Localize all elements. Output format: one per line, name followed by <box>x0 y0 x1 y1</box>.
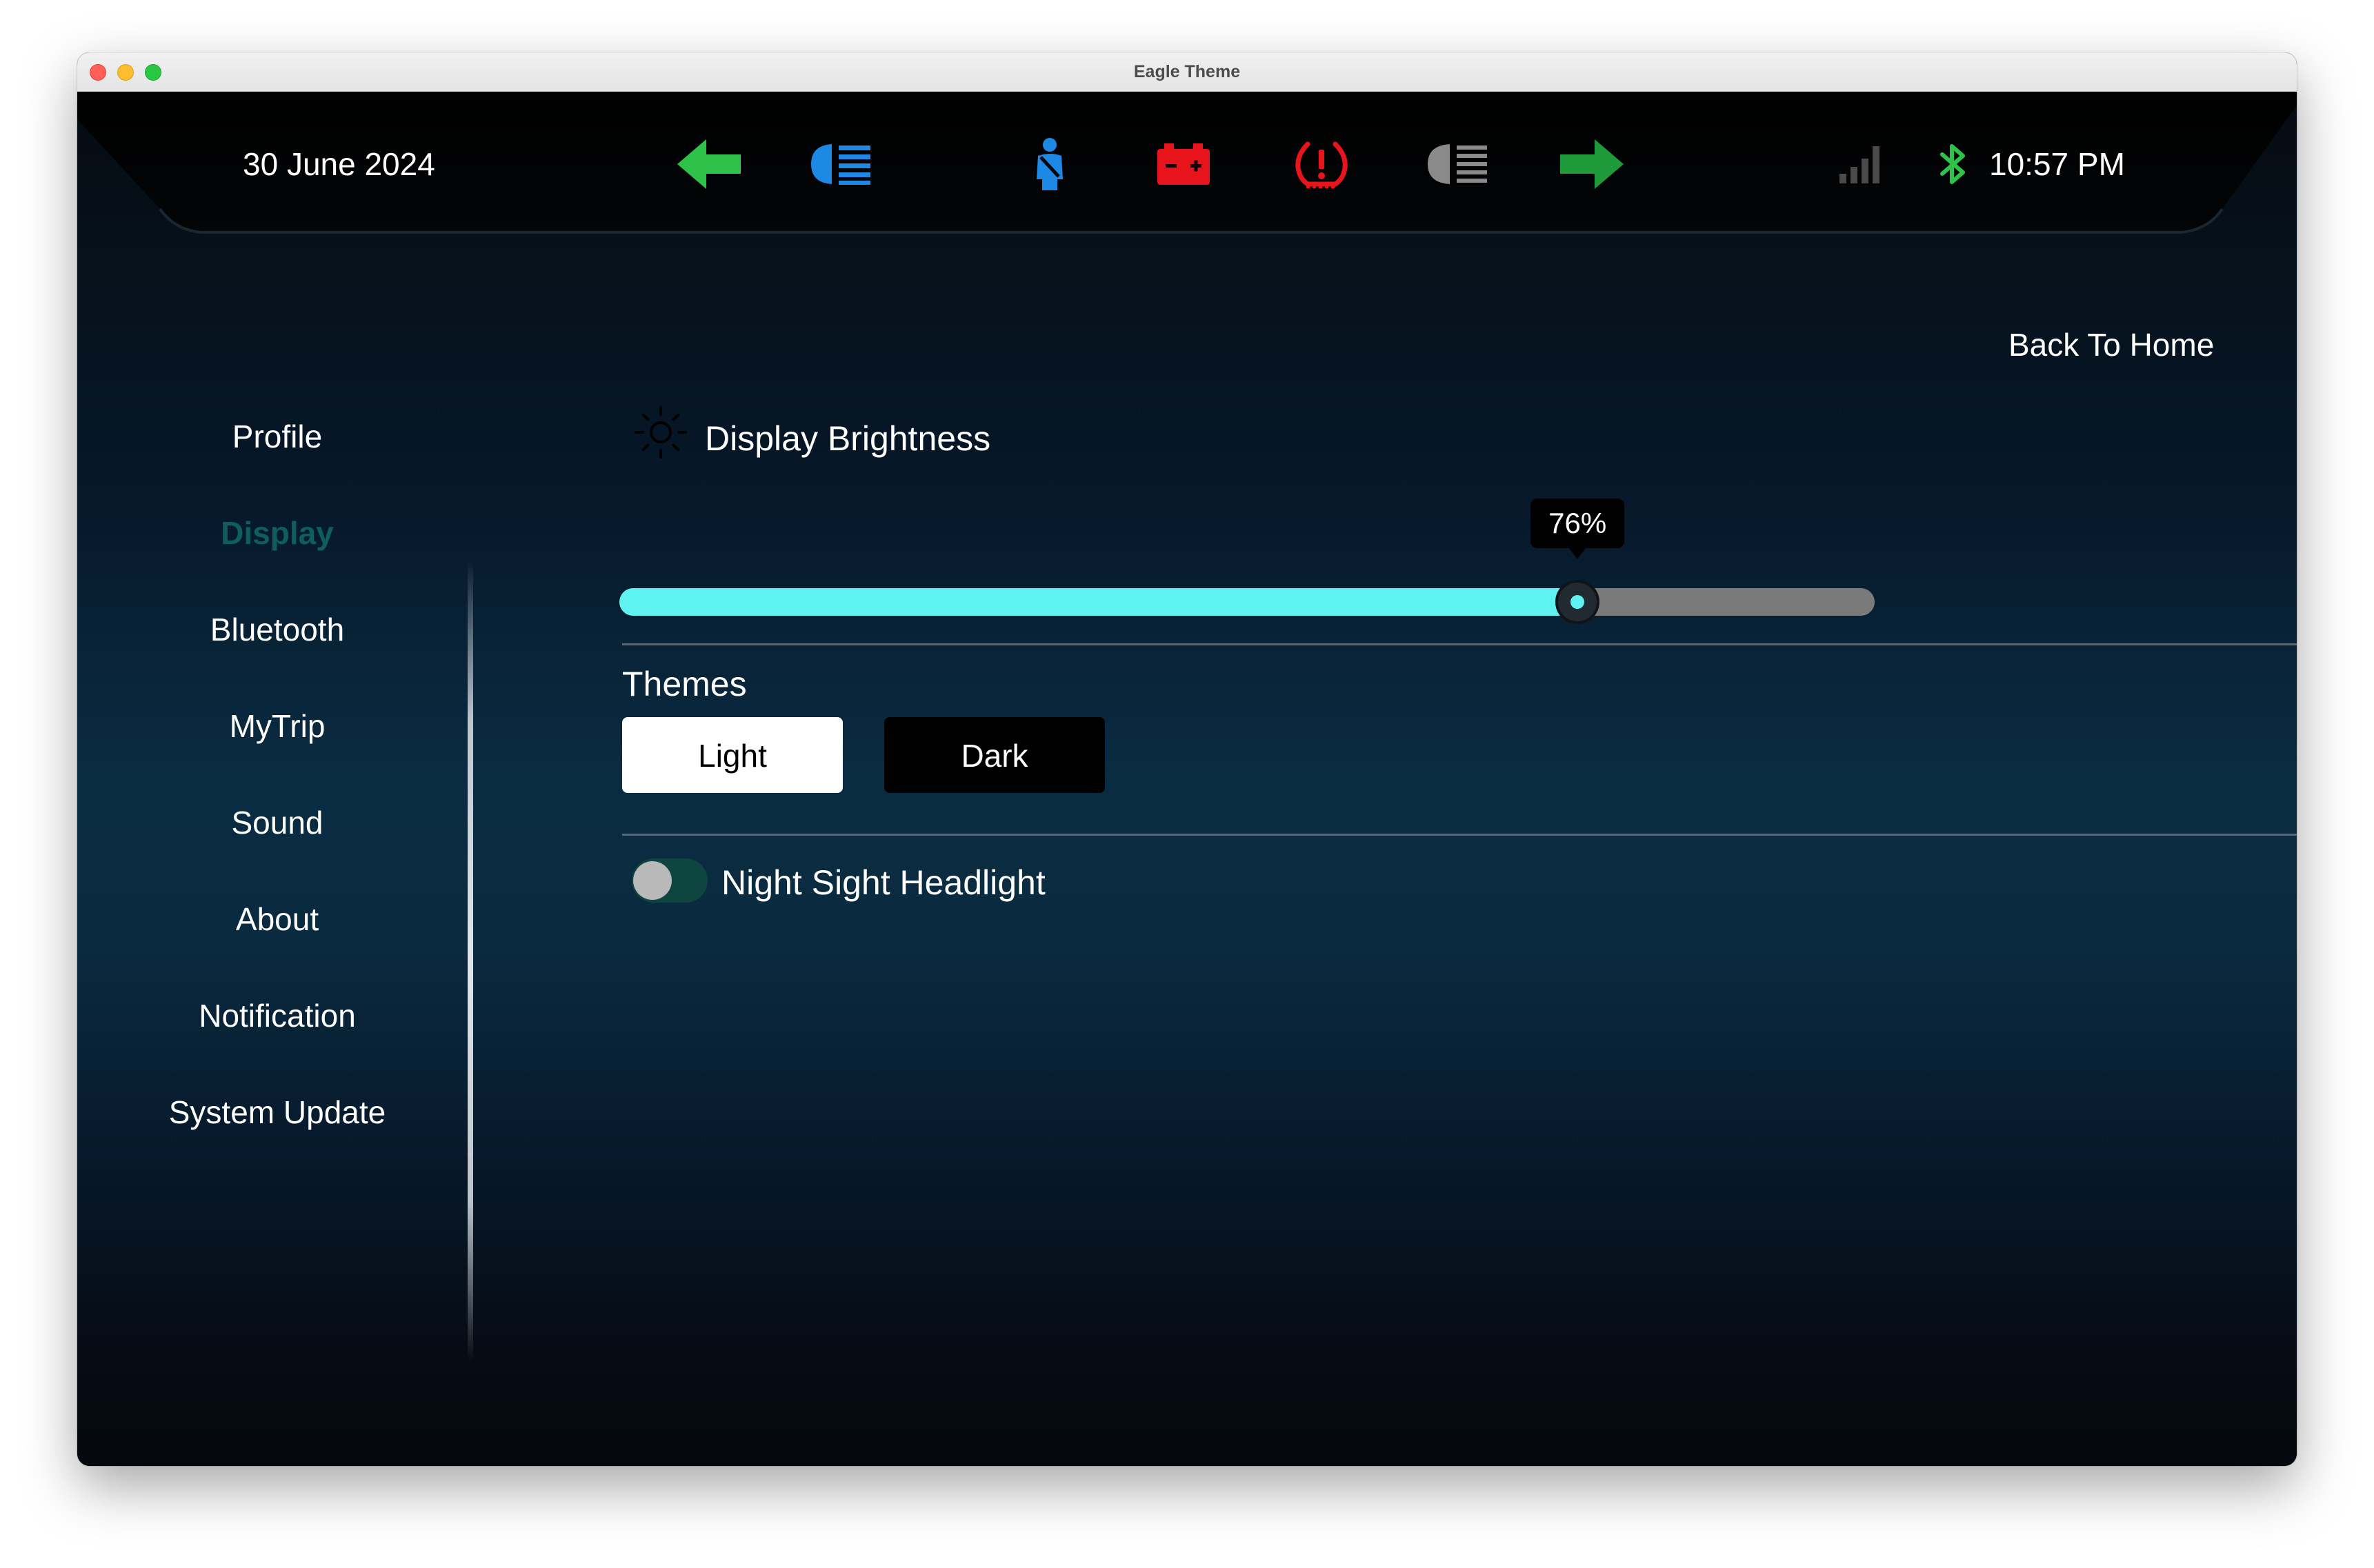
back-to-home-button[interactable]: Back To Home <box>2008 326 2214 363</box>
brightness-title: Display Brightness <box>705 419 991 458</box>
sidebar-item-about[interactable]: About <box>77 901 477 938</box>
sidebar-item-mytrip[interactable]: MyTrip <box>77 707 477 745</box>
app-content: 30 June 2024 10:57 PM Back To Home Profi… <box>77 92 2297 1466</box>
divider-themes <box>622 834 2297 836</box>
night-sight-label: Night Sight Headlight <box>721 863 1046 902</box>
title-bar: Eagle Theme <box>77 52 2297 92</box>
brightness-slider-fill <box>619 588 1578 616</box>
sidebar-item-bluetooth[interactable]: Bluetooth <box>77 611 477 648</box>
tire-pressure-warning-icon <box>1280 133 1363 195</box>
window-title: Eagle Theme <box>1133 62 1241 81</box>
night-sight-toggle-knob <box>633 861 672 900</box>
sidebar-item-display[interactable]: Display <box>77 514 477 552</box>
brightness-slider[interactable]: 76% <box>619 499 1875 624</box>
high-beam-headlight-icon <box>800 133 883 195</box>
theme-light-button[interactable]: Light <box>622 717 843 793</box>
battery-warning-icon <box>1142 133 1225 195</box>
divider-brightness <box>622 643 2297 645</box>
theme-dark-button[interactable]: Dark <box>884 717 1105 793</box>
left-turn-arrow-icon <box>669 133 752 195</box>
sun-icon <box>633 405 688 460</box>
sidebar-item-sound[interactable]: Sound <box>77 804 477 841</box>
status-clock: 10:57 PM <box>1989 146 2125 182</box>
night-sight-toggle[interactable] <box>632 858 708 903</box>
themes-title: Themes <box>622 665 747 703</box>
sidebar-divider <box>468 561 473 1360</box>
seatbelt-warning-icon <box>1008 133 1091 195</box>
app-window: Eagle Theme 30 June 2024 10:57 PM Back T… <box>77 52 2297 1466</box>
bluetooth-icon[interactable] <box>1931 133 1975 195</box>
right-turn-arrow-icon <box>1550 133 1633 195</box>
brightness-slider-thumb[interactable] <box>1555 580 1600 624</box>
cellular-signal-icon <box>1833 133 1888 195</box>
sidebar-item-notification[interactable]: Notification <box>77 997 477 1034</box>
status-bar: 30 June 2024 10:57 PM <box>77 92 2297 257</box>
status-date: 30 June 2024 <box>243 146 435 182</box>
sidebar-item-system-update[interactable]: System Update <box>77 1094 477 1131</box>
sidebar-item-profile[interactable]: Profile <box>77 418 477 455</box>
low-beam-headlight-icon <box>1417 133 1499 195</box>
brightness-value-tooltip: 76% <box>1530 499 1625 559</box>
